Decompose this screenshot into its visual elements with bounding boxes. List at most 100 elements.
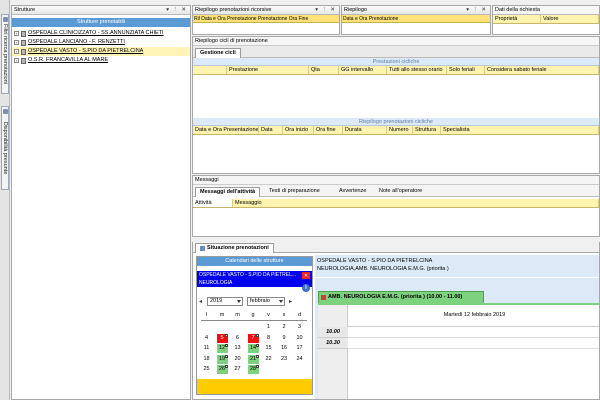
- calendar-day[interactable]: 21: [247, 354, 259, 364]
- calendar-day[interactable]: 15: [263, 344, 274, 353]
- col-sabato-feriale[interactable]: Considera sabato feriale: [485, 66, 599, 74]
- hospital-icon: [21, 48, 26, 55]
- calendar-day[interactable]: 7: [247, 333, 259, 343]
- calendar-day[interactable]: 19: [216, 354, 228, 364]
- calendar-day[interactable]: 3: [294, 323, 305, 332]
- struttura-info: OSPEDALE VASTO - S.PIO DA PIETRELCINA NE…: [315, 255, 599, 277]
- tab-avvertenze[interactable]: Avvertenze: [335, 187, 370, 197]
- tab-filtri-ricerca[interactable]: Filtri ricerca prenotazioni: [1, 14, 9, 94]
- hospital-icon: [21, 39, 26, 46]
- calendar-day[interactable]: 24: [294, 355, 305, 364]
- cicli-section-title: Riepilogo cicli di prenotazione: [193, 37, 599, 46]
- time-slot[interactable]: [348, 338, 599, 349]
- calendario-reparto[interactable]: NEUROLOGIA: [197, 279, 312, 287]
- calendar-day[interactable]: 2: [279, 323, 290, 332]
- col-prestazione[interactable]: Prestazione: [227, 66, 309, 74]
- dati-columns: Proprietà Valore: [493, 15, 599, 24]
- calendar-day[interactable]: 23: [279, 355, 290, 364]
- col-data[interactable]: Data: [259, 126, 283, 134]
- riepilogo-columns: Data e Ora Prenotazione: [342, 15, 490, 23]
- info-icon[interactable]: i: [302, 284, 310, 292]
- calendario-struttura[interactable]: OSPEDALE VASTO - S.PIO DA PIETREL...: [197, 271, 312, 279]
- calendar-day[interactable]: 25: [201, 365, 212, 374]
- col-stesso-orario[interactable]: Tutti allo stesso orario: [387, 66, 447, 74]
- expand-icon[interactable]: +: [14, 58, 19, 63]
- calendar-icon: [3, 109, 8, 114]
- calendar-day[interactable]: 5: [216, 333, 228, 343]
- col-numero[interactable]: Numero: [387, 126, 413, 134]
- tree-item[interactable]: + O.S.R. FRANCAVILLA AL MARE: [12, 56, 190, 65]
- expand-icon[interactable]: +: [14, 49, 19, 54]
- col-solo-feriali[interactable]: Solo feriali: [447, 66, 485, 74]
- col-struttura[interactable]: Struttura: [413, 126, 441, 134]
- col-valore[interactable]: Valore: [541, 15, 599, 23]
- tab-testi-preparazione[interactable]: Testi di preparazione: [265, 187, 324, 197]
- ricorsive-title: Riepilogo prenotazioni ricorsive: [195, 7, 272, 13]
- col-specialista[interactable]: Specialista: [441, 126, 599, 134]
- agenda-icon: [321, 295, 326, 300]
- strutture-header: Strutture prenotabili: [12, 18, 190, 27]
- tab-situazione-prenotazioni[interactable]: Situazione prenotazioni: [195, 243, 274, 253]
- prev-month-icon[interactable]: ◂: [199, 298, 202, 305]
- situazione-panel: Situazione prenotazioni Calendari delle …: [192, 242, 600, 400]
- calendar-day[interactable]: 12: [216, 344, 228, 353]
- col-data-ora[interactable]: Data e Ora Presentazione: [193, 126, 259, 134]
- expand-icon[interactable]: +: [14, 40, 19, 45]
- calendar-day[interactable]: 9: [279, 334, 290, 343]
- calendar-day[interactable]: 13: [232, 344, 243, 353]
- panel-controls[interactable]: ▾ ⫶ ✕: [466, 6, 488, 14]
- calendar-day[interactable]: 16: [279, 344, 290, 353]
- prenotazioni-cicliche-band: Riepilogo prenotazioni cicliche: [193, 118, 599, 126]
- calendar-day[interactable]: 27: [232, 365, 243, 374]
- tree-item[interactable]: + OSPEDALE CLINICIZZATO - SS.ANNUNZIATA C…: [12, 29, 190, 38]
- col-attivita[interactable]: Attività: [193, 199, 233, 207]
- weekday-label: m: [235, 312, 240, 318]
- panel-controls[interactable]: ▾ ⫶ ✕: [315, 6, 337, 14]
- calendar-day[interactable]: 10: [294, 334, 305, 343]
- col-durata[interactable]: Durata: [343, 126, 387, 134]
- tab-disponibilita[interactable]: Disponibilità presunte: [1, 106, 9, 190]
- col-ora-inizio[interactable]: Ora inizio: [283, 126, 314, 134]
- strutture-panel: Strutture ▾ ⫶ ✕ Strutture prenotabili + O…: [11, 5, 191, 400]
- year-select[interactable]: 2019: [207, 297, 243, 306]
- next-month-icon[interactable]: ▸: [289, 298, 292, 305]
- tab-agenda-ambulatorio[interactable]: AMB. NEUROLOGIA E.M.G. (priorita ) (10.0…: [318, 291, 484, 303]
- tree-item[interactable]: + OSPEDALE VASTO - S.PIO DA PIETRELCINA: [12, 47, 190, 56]
- calendar-day[interactable]: 8: [263, 334, 274, 343]
- calendario-header: Calendari delle strutture: [197, 257, 312, 266]
- calendar-day[interactable]: 26: [216, 365, 228, 374]
- tree-item-label: O.S.R. FRANCAVILLA AL MARE: [28, 57, 109, 63]
- calendar-day[interactable]: 18: [201, 355, 212, 364]
- tab-note-operatore[interactable]: Note all'operatore: [375, 187, 426, 197]
- calendar-day[interactable]: 20: [232, 355, 243, 364]
- col-gg-intervallo[interactable]: GG intervallo: [339, 66, 387, 74]
- col-proprieta[interactable]: Proprietà: [493, 15, 541, 23]
- col-ora-fine[interactable]: Ora fine: [314, 126, 343, 134]
- calendar-day[interactable]: 6: [232, 334, 243, 343]
- availability-marker-icon: [224, 365, 228, 368]
- prenotazioni-cicliche-columns: Data e Ora Presentazione Data Ora inizio…: [193, 126, 599, 135]
- panel-controls[interactable]: ▾ ⫶ ✕: [166, 6, 188, 14]
- calendar-day[interactable]: 14: [247, 344, 259, 353]
- calendar-day[interactable]: 11: [201, 344, 212, 353]
- tab-messaggi-attivita[interactable]: Messaggi dell'attività: [195, 187, 261, 197]
- availability-marker-icon: [224, 333, 228, 337]
- expand-icon[interactable]: +: [14, 31, 19, 36]
- availability-marker-icon: [255, 365, 259, 368]
- info-struttura: OSPEDALE VASTO - S.PIO DA PIETRELCINA: [317, 258, 433, 264]
- calendar-icon: [200, 246, 205, 251]
- weekday-label: m: [219, 312, 225, 318]
- time-slot[interactable]: [348, 327, 599, 338]
- tree-item[interactable]: + OSPEDALE LANCIANO - F. RENZETTI: [12, 38, 190, 47]
- calendar-day[interactable]: 22: [263, 355, 274, 364]
- tree-item-label: OSPEDALE LANCIANO - F. RENZETTI: [28, 39, 125, 45]
- cicli-panel: Riepilogo cicli di prenotazione Gestione…: [192, 36, 600, 174]
- tab-gestione-cicli[interactable]: Gestione cicli: [195, 48, 241, 58]
- calendar-day[interactable]: 1: [263, 323, 274, 332]
- calendar-day[interactable]: 28: [247, 365, 259, 374]
- month-select[interactable]: febbraio: [247, 297, 285, 306]
- col-messaggio[interactable]: Messaggio: [233, 199, 599, 207]
- calendar-day[interactable]: 17: [294, 344, 305, 353]
- col-qta[interactable]: Qta: [309, 66, 339, 74]
- calendar-day[interactable]: 4: [201, 334, 212, 343]
